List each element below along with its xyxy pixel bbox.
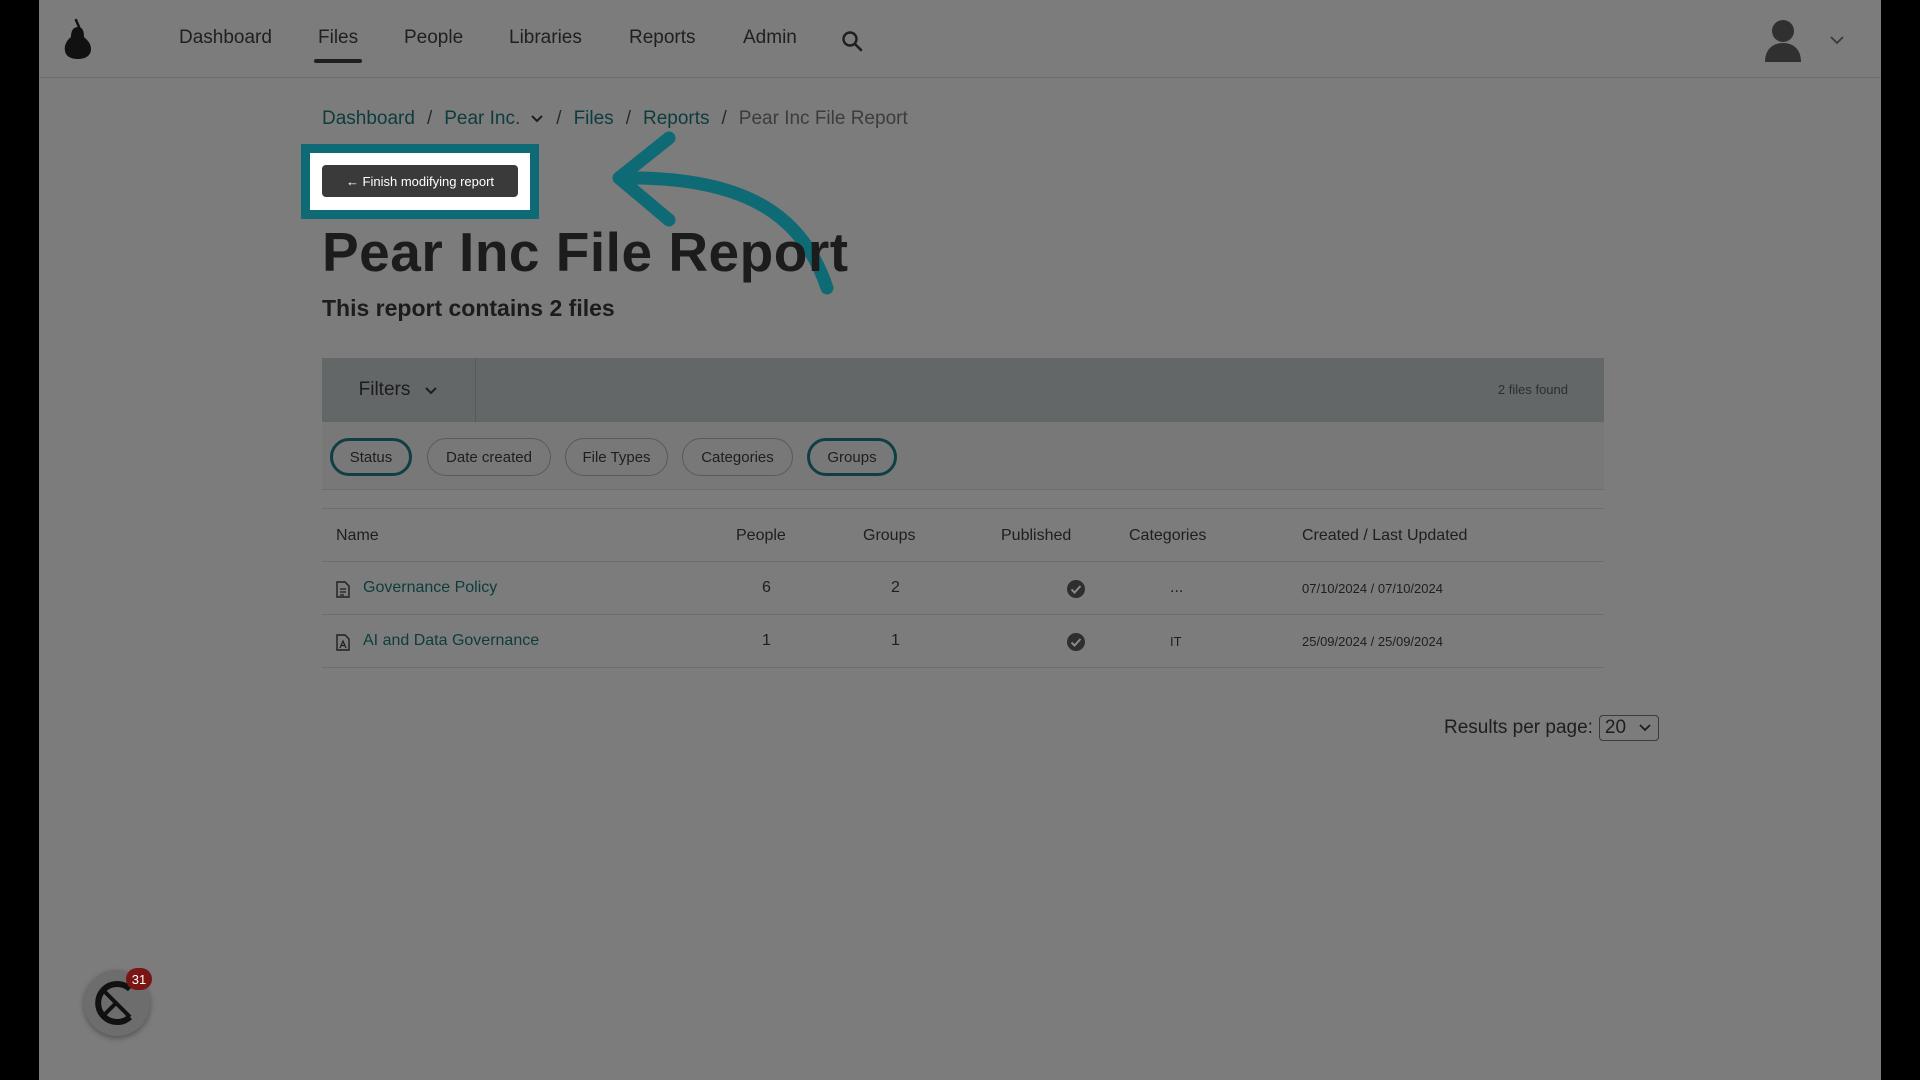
column-published[interactable]: Published	[1001, 527, 1071, 545]
chip-groups[interactable]: Groups	[807, 438, 897, 476]
people-count: 6	[762, 579, 771, 596]
column-name[interactable]: Name	[336, 527, 379, 545]
top-nav: Dashboard Files People Libraries Reports…	[39, 0, 1881, 78]
groups-count: 2	[891, 579, 900, 596]
results-per-page-value: 20	[1604, 717, 1627, 738]
filter-chip-row: Status Date created File Types Categorie…	[322, 422, 1604, 490]
published-check-icon	[1067, 580, 1085, 598]
table-row: AI and Data Governance 1 1 IT 25/09/2024…	[322, 615, 1604, 668]
chip-categories[interactable]: Categories	[682, 438, 793, 476]
breadcrumb-dashboard[interactable]: Dashboard	[322, 108, 415, 130]
people-count: 1	[762, 632, 771, 649]
published-check-icon	[1067, 633, 1085, 651]
breadcrumb-reports[interactable]: Reports	[643, 108, 710, 130]
file-link[interactable]: AI and Data Governance	[363, 632, 539, 650]
app-frame: Dashboard Files People Libraries Reports…	[39, 0, 1881, 1080]
column-groups[interactable]: Groups	[863, 527, 915, 545]
document-icon	[336, 581, 350, 598]
results-per-page: Results per page: 20	[1444, 715, 1659, 741]
files-found-count: 2 files found	[1497, 382, 1568, 397]
pdf-icon	[336, 634, 350, 651]
breadcrumb-current: Pear Inc File Report	[738, 108, 908, 129]
nav-reports[interactable]: Reports	[629, 27, 696, 49]
search-icon[interactable]	[840, 29, 864, 53]
filter-bar: Filters 2 files found	[322, 358, 1604, 422]
results-per-page-label: Results per page:	[1444, 717, 1593, 738]
chevron-down-icon[interactable]	[530, 114, 544, 124]
notification-badge: 31	[126, 968, 152, 990]
breadcrumb-separator: /	[625, 108, 631, 129]
avatar-icon[interactable]	[1761, 16, 1805, 62]
dates-cell: 25/09/2024 / 25/09/2024	[1302, 634, 1443, 649]
chevron-down-icon	[1639, 724, 1651, 732]
nav-files[interactable]: Files	[313, 27, 363, 63]
table-row: Governance Policy 6 2 ... 07/10/2024 / 0…	[322, 562, 1604, 615]
chevron-down-icon[interactable]	[1829, 35, 1845, 45]
categories-cell: ...	[1170, 579, 1184, 596]
column-categories[interactable]: Categories	[1129, 527, 1206, 545]
breadcrumb-organization[interactable]: Pear Inc.	[444, 108, 520, 130]
pear-logo-icon[interactable]	[62, 18, 94, 60]
chip-status[interactable]: Status	[330, 438, 412, 476]
chevron-down-icon	[425, 386, 438, 394]
nav-people[interactable]: People	[404, 27, 463, 49]
page-title: Pear Inc File Report	[322, 221, 849, 283]
breadcrumb: Dashboard / Pear Inc. / Files / Reports …	[322, 108, 908, 130]
results-per-page-select[interactable]: 20	[1598, 715, 1659, 741]
column-created-updated[interactable]: Created / Last Updated	[1302, 527, 1467, 545]
nav-admin[interactable]: Admin	[743, 27, 797, 49]
breadcrumb-separator: /	[426, 108, 433, 129]
breadcrumb-separator: /	[721, 108, 727, 129]
column-people[interactable]: People	[736, 527, 786, 545]
files-table: Name People Groups Published Categories …	[322, 508, 1604, 668]
dates-cell: 07/10/2024 / 07/10/2024	[1302, 581, 1443, 596]
filters-toggle[interactable]: Filters	[322, 358, 476, 422]
finish-modifying-report-button[interactable]: ← Finish modifying report	[322, 165, 518, 197]
filters-label: Filters	[358, 379, 411, 400]
chip-file-types[interactable]: File Types	[565, 438, 668, 476]
page-subtitle: This report contains 2 files	[322, 295, 615, 321]
nav-libraries[interactable]: Libraries	[509, 27, 582, 49]
file-link[interactable]: Governance Policy	[363, 579, 497, 597]
groups-count: 1	[891, 632, 900, 649]
nav-dashboard[interactable]: Dashboard	[179, 27, 272, 49]
chip-date-created[interactable]: Date created	[427, 438, 551, 476]
breadcrumb-files[interactable]: Files	[574, 108, 614, 130]
categories-cell: IT	[1170, 634, 1182, 649]
breadcrumb-separator: /	[556, 108, 562, 129]
table-header: Name People Groups Published Categories …	[322, 508, 1604, 562]
